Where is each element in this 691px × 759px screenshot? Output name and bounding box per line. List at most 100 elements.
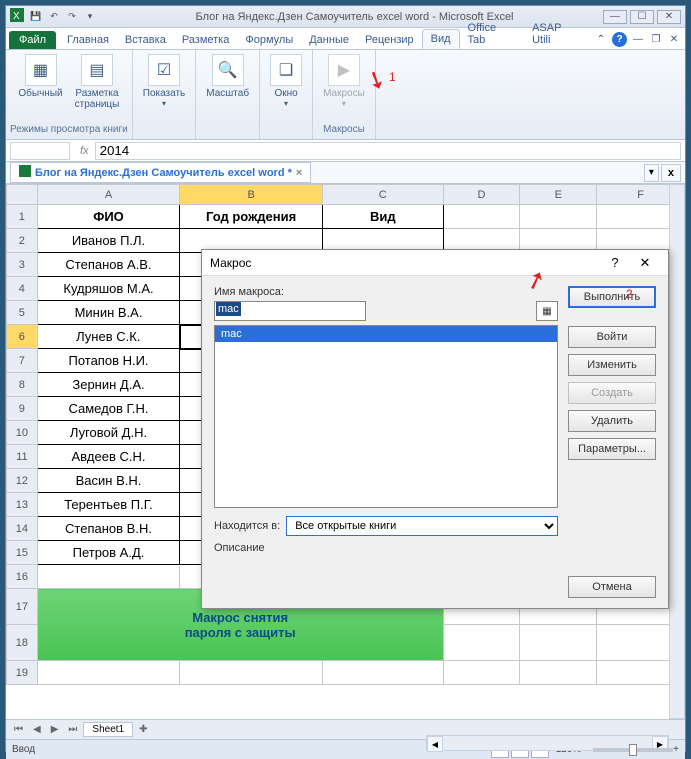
tab-last-icon[interactable]: ⏭ <box>64 724 81 735</box>
help-icon[interactable]: ? <box>612 32 627 47</box>
cell[interactable] <box>520 661 597 685</box>
qat-dropdown-icon[interactable]: ▾ <box>82 9 98 25</box>
close-button[interactable]: ✕ <box>657 10 681 24</box>
document-tab[interactable]: Блог на Яндекс.Дзен Самоучитель excel wo… <box>10 162 311 183</box>
cell[interactable]: Степанов А.В. <box>37 253 180 277</box>
zoom-in-icon[interactable]: + <box>673 744 679 755</box>
cell[interactable]: Вид <box>322 205 443 229</box>
show-button[interactable]: ☑ Показать ▾ <box>137 52 192 110</box>
tab-next-icon[interactable]: ▶ <box>47 724 63 735</box>
col-header[interactable]: E <box>520 185 597 205</box>
macro-listbox[interactable]: mac <box>214 325 558 508</box>
run-button[interactable]: Выполнить <box>568 286 656 308</box>
row-header[interactable]: 1 <box>7 205 38 229</box>
tab-dropdown-icon[interactable]: ▾ <box>644 164 659 182</box>
tab-home[interactable]: Главная <box>59 31 117 49</box>
window-button[interactable]: ❏ Окно ▾ <box>264 52 308 110</box>
cell[interactable] <box>520 205 597 229</box>
row-header[interactable]: 18 <box>7 625 38 661</box>
tab-data[interactable]: Данные <box>301 31 357 49</box>
range-picker-icon[interactable]: ▦ <box>536 301 558 321</box>
col-header[interactable]: B <box>180 185 323 205</box>
row-header[interactable]: 11 <box>7 445 38 469</box>
located-in-select[interactable]: Все открытые книги <box>286 516 558 536</box>
row-header[interactable]: 12 <box>7 469 38 493</box>
tab-prev-icon[interactable]: ◀ <box>29 724 45 735</box>
cell[interactable] <box>520 625 597 661</box>
tab-first-icon[interactable]: ⏮ <box>10 724 27 735</box>
fx-icon[interactable]: fx <box>74 145 95 157</box>
cell[interactable] <box>443 205 520 229</box>
cell[interactable]: Потапов Н.И. <box>37 349 180 373</box>
dialog-titlebar[interactable]: Макрос ? ✕ <box>202 250 668 276</box>
normal-view-button[interactable]: ▦ Обычный <box>12 52 68 112</box>
cell[interactable]: Васин В.Н. <box>37 469 180 493</box>
doc-close-icon[interactable]: ✕ <box>667 33 681 47</box>
cancel-button[interactable]: Отмена <box>568 576 656 598</box>
save-icon[interactable]: 💾 <box>28 9 44 25</box>
cell[interactable]: ФИО <box>37 205 180 229</box>
dialog-help-icon[interactable]: ? <box>600 253 630 273</box>
sheet-tab[interactable]: Sheet1 <box>83 722 133 737</box>
redo-icon[interactable]: ↷ <box>64 9 80 25</box>
row-header[interactable]: 3 <box>7 253 38 277</box>
tab-asap[interactable]: ASAP Utili <box>524 19 590 49</box>
cell[interactable]: Иванов П.Л. <box>37 229 180 253</box>
row-header[interactable]: 7 <box>7 349 38 373</box>
formula-input[interactable] <box>95 142 681 160</box>
zoom-button[interactable]: 🔍 Масштаб <box>200 52 255 101</box>
row-header[interactable]: 8 <box>7 373 38 397</box>
cell[interactable]: Зернин Д.А. <box>37 373 180 397</box>
doc-minimize-icon[interactable]: — <box>631 33 645 47</box>
doc-restore-icon[interactable]: ❐ <box>649 33 663 47</box>
tab-review[interactable]: Рецензир <box>357 31 422 49</box>
cell[interactable] <box>37 565 180 589</box>
cell[interactable]: Терентьев П.Г. <box>37 493 180 517</box>
cell[interactable]: Авдеев С.Н. <box>37 445 180 469</box>
tab-layout[interactable]: Разметка <box>174 31 238 49</box>
row-header[interactable]: 6 <box>7 325 38 349</box>
col-header[interactable]: D <box>443 185 520 205</box>
scroll-left-icon[interactable]: ◀ <box>427 736 443 752</box>
cell[interactable]: Луговой Д.Н. <box>37 421 180 445</box>
zoom-slider[interactable] <box>593 748 673 752</box>
page-layout-button[interactable]: ▤ Разметка страницы <box>69 52 126 112</box>
cell[interactable] <box>180 661 323 685</box>
row-header[interactable]: 9 <box>7 397 38 421</box>
undo-icon[interactable]: ↶ <box>46 9 62 25</box>
cell[interactable]: Год рождения <box>180 205 323 229</box>
cell[interactable]: Самедов Г.Н. <box>37 397 180 421</box>
cell[interactable]: Кудряшов М.А. <box>37 277 180 301</box>
cell[interactable]: Минин В.А. <box>37 301 180 325</box>
tab-view[interactable]: Вид <box>422 29 460 49</box>
parameters-button[interactable]: Параметры... <box>568 438 656 460</box>
cell[interactable] <box>443 661 520 685</box>
cell[interactable] <box>443 625 520 661</box>
cell[interactable]: Петров А.Д. <box>37 541 180 565</box>
col-header[interactable]: A <box>37 185 180 205</box>
new-sheet-icon[interactable]: ✚ <box>135 724 151 735</box>
file-tab[interactable]: Файл <box>9 31 56 49</box>
vertical-scrollbar[interactable] <box>669 184 685 719</box>
step-into-button[interactable]: Войти <box>568 326 656 348</box>
row-header[interactable]: 4 <box>7 277 38 301</box>
cell[interactable] <box>322 661 443 685</box>
name-box[interactable] <box>10 142 70 160</box>
row-header[interactable]: 5 <box>7 301 38 325</box>
ribbon-minimize-icon[interactable]: ⌃ <box>594 33 608 47</box>
dialog-close-icon[interactable]: ✕ <box>630 253 660 273</box>
close-all-icon[interactable]: x <box>661 164 681 182</box>
tab-officetab[interactable]: Office Tab <box>460 19 525 49</box>
row-header[interactable]: 2 <box>7 229 38 253</box>
tab-formulas[interactable]: Формулы <box>237 31 301 49</box>
row-header[interactable]: 19 <box>7 661 38 685</box>
row-header[interactable]: 10 <box>7 421 38 445</box>
row-header[interactable]: 15 <box>7 541 38 565</box>
tab-insert[interactable]: Вставка <box>117 31 174 49</box>
macros-button[interactable]: ▶ Макросы ▾ <box>317 52 371 110</box>
edit-button[interactable]: Изменить <box>568 354 656 376</box>
row-header[interactable]: 14 <box>7 517 38 541</box>
cell[interactable]: Степанов В.Н. <box>37 517 180 541</box>
row-header[interactable]: 17 <box>7 589 38 625</box>
maximize-button[interactable]: ☐ <box>630 10 654 24</box>
